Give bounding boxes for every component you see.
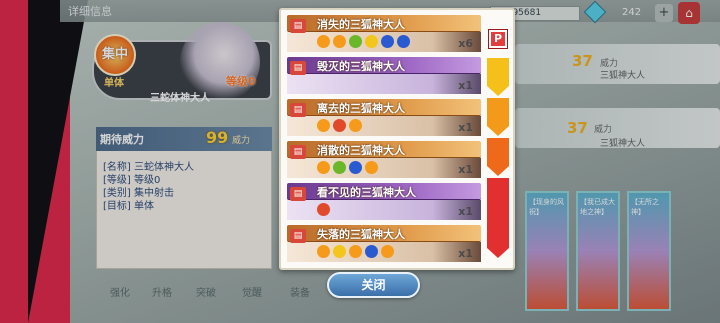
orange-person-icon [317,119,330,132]
red-burst-icon [333,119,346,132]
scroll-arrow-down-icon [487,58,509,96]
orange-swirl-icon [349,119,362,132]
blue-moon-icon [381,35,394,48]
orange-person-icon [317,35,330,48]
modal-entry[interactable]: ▤ 看不见的三狐神大人 x1 [287,183,481,221]
book-icon: ▤ [290,103,306,117]
modal-entry[interactable]: ▤ 失落的三狐神大人 x1 [287,225,481,263]
orange-person-icon [317,161,330,174]
orange-spark-icon [365,161,378,174]
orange-flame-icon [333,35,346,48]
modal-entry[interactable]: ▤ 消失的三狐神大人 x6 [287,15,481,53]
yellow-moon-icon [365,35,378,48]
book-icon: ▤ [290,19,306,33]
green-swirl-icon [333,161,346,174]
book-icon: ▤ [290,145,306,159]
green-swirl-icon [349,35,362,48]
entry-multiplier: x1 [458,205,473,218]
modal-entry[interactable]: ▤ 离去的三狐神大人 x1 [287,99,481,137]
close-button[interactable]: 关闭 [327,272,420,298]
blue-moon-icon [349,161,362,174]
entry-multiplier: x1 [458,247,473,260]
orange-spark-icon [381,245,394,258]
entry-multiplier: x6 [458,37,473,50]
modal-entry[interactable]: ▤ 毁灭的三狐神大人 x1 [287,57,481,95]
blue-moon-icon [365,245,378,258]
blue-shield-icon [397,35,410,48]
scroll-arrow-down-icon [487,138,509,176]
entry-multiplier: x1 [458,121,473,134]
entry-multiplier: x1 [458,163,473,176]
scroll-arrow-down-icon [487,98,509,136]
book-icon: ▤ [290,229,306,243]
yellow-moon-icon [333,245,346,258]
red-burst-icon [317,203,330,216]
scroll-arrow-down-icon [487,178,509,258]
entry-body [287,74,481,94]
entry-name: 失落的三狐神大人 [317,228,405,241]
entry-name: 看不见的三狐神大人 [317,186,416,199]
modal-entry[interactable]: ▤ 消散的三狐神大人 x1 [287,141,481,179]
entry-name: 消散的三狐神大人 [317,144,405,157]
modal-priority-button[interactable]: P [489,30,507,48]
entry-name: 消失的三狐神大人 [317,18,405,31]
orange-star-icon [349,245,362,258]
book-icon: ▤ [290,61,306,75]
entry-multiplier: x1 [458,79,473,92]
book-icon: ▤ [290,187,306,201]
scroll-indicator [487,58,509,268]
entry-name: 毁灭的三狐神大人 [317,60,405,73]
orange-person-icon [317,245,330,258]
entry-name: 离去的三狐神大人 [317,102,405,115]
character-list-modal: ▤ 消失的三狐神大人 x6 ▤ 毁灭的三狐神大人 x1 ▤ 离去的三狐神大人 x1 ▤ 消散的三狐神… [279,8,515,270]
